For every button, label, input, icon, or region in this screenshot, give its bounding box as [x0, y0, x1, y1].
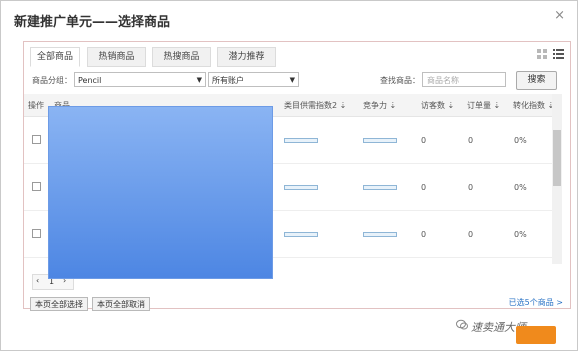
vertical-scrollbar[interactable]: [552, 94, 562, 264]
competitiveness-bar: [363, 185, 397, 190]
header-category-index[interactable]: 类目供需指数2 ⇣: [284, 100, 346, 111]
row-checkbox[interactable]: [32, 182, 41, 191]
group-select-value: Pencil: [78, 76, 102, 85]
tab-hot-search[interactable]: 热搜商品: [152, 47, 211, 67]
search-label: 查找商品：: [380, 76, 420, 85]
conversion-value: 0%: [514, 136, 527, 145]
visitors-value: 0: [421, 136, 427, 145]
orders-value: 0: [468, 136, 474, 145]
row-checkbox[interactable]: [32, 229, 41, 238]
account-select-value: 所有账户: [212, 76, 244, 85]
deselect-all-button[interactable]: 本页全部取消: [92, 297, 150, 311]
category-index-bar: [284, 138, 318, 143]
chevron-left-icon[interactable]: ‹: [36, 276, 39, 285]
competitiveness-bar: [363, 232, 397, 237]
dialog: 新建推广单元——选择商品 × 全部商品 热销商品 热搜商品 潜力推荐 商品分组：…: [0, 0, 578, 351]
select-all-button[interactable]: 本页全部选择: [30, 297, 88, 311]
row-checkbox[interactable]: [32, 135, 41, 144]
tab-all-products[interactable]: 全部商品: [30, 47, 80, 67]
header-competitiveness[interactable]: 竞争力 ⇣: [363, 100, 396, 111]
category-index-bar: [284, 232, 318, 237]
conversion-value: 0%: [514, 183, 527, 192]
category-index-bar: [284, 185, 318, 190]
close-icon[interactable]: ×: [554, 8, 565, 23]
visitors-value: 0: [421, 183, 427, 192]
visitors-value: 0: [421, 230, 427, 239]
competitiveness-bar: [363, 138, 397, 143]
blue-placeholder-overlay: [48, 106, 273, 279]
confirm-button[interactable]: [516, 326, 556, 344]
tab-potential[interactable]: 潜力推荐: [217, 47, 276, 67]
conversion-value: 0%: [514, 230, 527, 239]
selected-count-link[interactable]: 已选5个商品 >: [509, 297, 563, 308]
chevron-down-icon: ▼: [196, 76, 202, 84]
header-visitors[interactable]: 访客数 ⇣: [421, 100, 454, 111]
search-button[interactable]: 搜索: [516, 71, 557, 90]
orders-value: 0: [468, 230, 474, 239]
header-orders[interactable]: 订单量 ⇣: [467, 100, 500, 111]
account-select[interactable]: 所有账户 ▼: [208, 72, 299, 87]
grid-view-icon[interactable]: [537, 49, 548, 60]
dialog-title: 新建推广单元——选择商品: [14, 15, 171, 30]
group-filter-label: 商品分组：: [32, 76, 72, 85]
tab-hot-selling[interactable]: 热销商品: [87, 47, 146, 67]
group-select[interactable]: Pencil ▼: [74, 72, 206, 87]
search-input[interactable]: 商品名称: [422, 72, 506, 87]
orders-value: 0: [468, 183, 474, 192]
chevron-down-icon: ▼: [289, 76, 295, 84]
list-view-icon[interactable]: [553, 49, 564, 60]
wechat-icon: [456, 319, 468, 330]
header-conversion[interactable]: 转化指数 ⇣: [513, 100, 554, 111]
scrollbar-thumb[interactable]: [553, 130, 561, 186]
header-action: 操作: [28, 101, 44, 110]
